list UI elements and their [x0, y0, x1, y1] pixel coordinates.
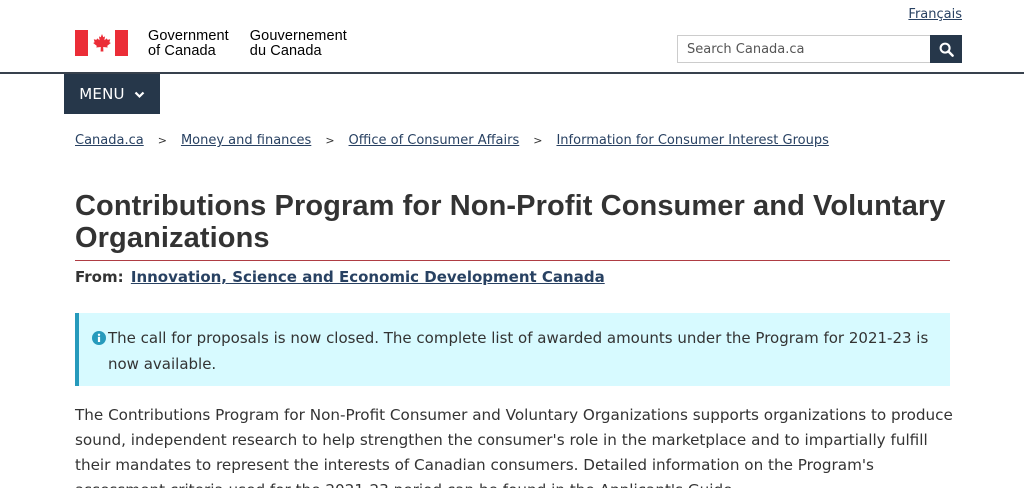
search-input[interactable]: [677, 35, 930, 63]
from-line: From: Innovation, Science and Economic D…: [75, 268, 605, 286]
wordmark-french: Gouvernement du Canada: [249, 28, 347, 59]
wordmark-english: Government of Canada: [148, 28, 229, 59]
search-button[interactable]: [930, 35, 962, 63]
site-search: [677, 35, 962, 63]
breadcrumb-link-canada[interactable]: Canada.ca: [75, 133, 144, 148]
chevron-down-icon: [134, 91, 144, 99]
menu-button[interactable]: MENU: [64, 74, 160, 114]
page-title: Contributions Program for Non-Profit Con…: [75, 190, 950, 261]
breadcrumb-separator: >: [157, 134, 167, 147]
government-wordmark: Government of Canada Gouvernement du Can…: [148, 29, 347, 59]
info-alert: The call for proposals is now closed. Th…: [75, 313, 950, 386]
maple-leaf-icon: [92, 34, 111, 52]
government-of-canada-signature[interactable]: Government of Canada Gouvernement du Can…: [75, 29, 347, 59]
breadcrumb-link-consumer-affairs[interactable]: Office of Consumer Affairs: [349, 133, 520, 148]
breadcrumb-link-money-finances[interactable]: Money and finances: [181, 133, 311, 148]
breadcrumb: Canada.ca > Money and finances > Office …: [75, 133, 829, 148]
language-toggle-link[interactable]: Français: [908, 7, 962, 22]
menu-label: MENU: [79, 85, 125, 103]
alert-message: The call for proposals is now closed. Th…: [108, 329, 929, 373]
program-description: The Contributions Program for Non-Profit…: [75, 406, 953, 488]
department-link[interactable]: Innovation, Science and Economic Develop…: [131, 268, 605, 286]
search-icon: [939, 42, 954, 57]
breadcrumb-separator: >: [325, 134, 335, 147]
canada-flag-icon: [75, 30, 128, 56]
from-label: From:: [75, 268, 124, 286]
breadcrumb-separator: >: [533, 134, 543, 147]
info-icon: [92, 331, 106, 345]
breadcrumb-link-consumer-groups[interactable]: Information for Consumer Interest Groups: [556, 133, 828, 148]
